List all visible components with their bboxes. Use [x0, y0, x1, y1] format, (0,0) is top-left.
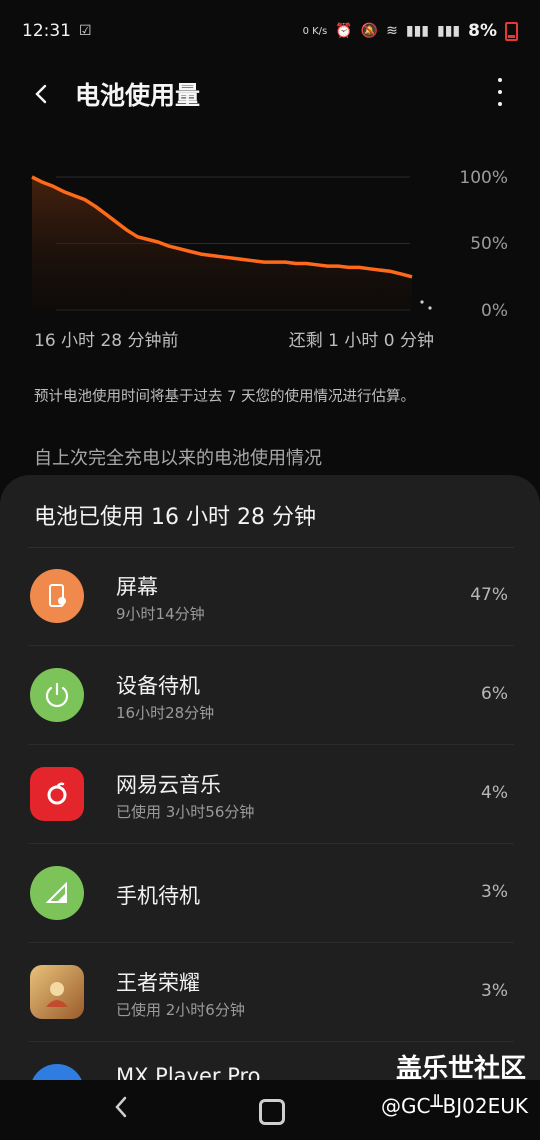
- watermark-title: 盖乐世社区: [395, 1054, 526, 1084]
- list-item-name: 王者荣耀: [116, 971, 200, 995]
- list-item-screen[interactable]: 屏幕 9小时14分钟 47%: [28, 547, 514, 646]
- app-bar: 电池使用量: [0, 62, 540, 122]
- list-item-name: MX Player Pro: [116, 1064, 261, 1080]
- estimate-note: 预计电池使用时间将基于过去 7 天您的使用情况进行估算。: [34, 389, 415, 405]
- list-item-percent: 4%: [481, 783, 508, 803]
- nav-home-button[interactable]: [259, 1099, 285, 1125]
- y-label-50: 50%: [470, 234, 508, 254]
- clock: 12:31: [22, 21, 71, 41]
- list-item-name: 屏幕: [116, 575, 158, 599]
- list-item-percent: 3%: [481, 882, 508, 902]
- time-start-label: 16 小时 28 分钟前: [34, 331, 179, 351]
- list-item-name: 手机待机: [116, 884, 200, 908]
- more-options-button[interactable]: [488, 78, 512, 106]
- list-item-sub: 16小时28分钟: [116, 704, 215, 722]
- back-button[interactable]: [24, 76, 60, 112]
- list-item-device-idle[interactable]: 设备待机 16小时28分钟 6%: [28, 646, 514, 745]
- chevron-left-icon: [35, 84, 47, 104]
- signal-4g-2-icon: ▮▮▮: [437, 23, 461, 39]
- projection-dot: [420, 300, 424, 304]
- list-item-percent: 47%: [470, 585, 508, 605]
- usage-sheet: 电池已使用 16 小时 28 分钟 屏幕 9小时14分钟 47% 设备待机 16…: [0, 475, 540, 1080]
- list-item-sub: 9小时14分钟: [116, 605, 205, 623]
- watermark-handle: @GC╨BJ02EUK: [381, 1094, 528, 1118]
- list-item-sub: 已使用 2小时6分钟: [116, 1001, 245, 1019]
- list-item-netease-music[interactable]: 网易云音乐 已使用 3小时56分钟 4%: [28, 745, 514, 844]
- since-full-charge-label: 自上次完全充电以来的电池使用情况: [34, 448, 322, 469]
- list-item-percent: 6%: [481, 684, 508, 704]
- chevron-left-icon: [115, 1096, 127, 1118]
- usage-list: 屏幕 9小时14分钟 47% 设备待机 16小时28分钟 6% 网易云音乐 已使…: [0, 547, 540, 1080]
- y-label-100: 100%: [459, 168, 508, 188]
- screen-icon: [30, 569, 84, 623]
- nav-back-button[interactable]: [110, 1094, 132, 1127]
- play-icon: [30, 1064, 84, 1080]
- signal-icon: [30, 866, 84, 920]
- notification-icon: ☑: [79, 23, 92, 39]
- net-speed: 0 K/s: [302, 25, 328, 37]
- game-icon: [30, 965, 84, 1019]
- battery-percent: 8%: [468, 21, 497, 41]
- power-icon: [30, 668, 84, 722]
- sheet-title: 电池已使用 16 小时 28 分钟: [34, 505, 316, 530]
- list-item-name: 网易云音乐: [116, 773, 221, 797]
- time-remaining-label: 还剩 1 小时 0 分钟: [288, 331, 434, 351]
- mute-icon: 🔕: [360, 23, 379, 39]
- wifi-icon: ≋: [386, 23, 398, 39]
- list-item-sub: 已使用 3小时56分钟: [116, 803, 255, 821]
- status-bar: 12:31 ☑ 0 K/s ⏰ 🔕 ≋ ▮▮▮ ▮▮▮ 8%: [0, 0, 540, 62]
- netease-music-icon: [30, 767, 84, 821]
- list-item-honor-of-kings[interactable]: 王者荣耀 已使用 2小时6分钟 3%: [28, 943, 514, 1042]
- signal-4g-icon: ▮▮▮: [405, 23, 429, 39]
- y-label-0: 0%: [481, 301, 508, 321]
- list-item-name: 设备待机: [116, 674, 200, 698]
- projection-dot: [428, 306, 432, 310]
- battery-icon: [505, 21, 518, 41]
- list-item-percent: 3%: [481, 981, 508, 1001]
- page-title: 电池使用量: [75, 81, 201, 110]
- alarm-icon: ⏰: [335, 23, 353, 39]
- list-item-phone-idle[interactable]: 手机待机 3%: [28, 844, 514, 943]
